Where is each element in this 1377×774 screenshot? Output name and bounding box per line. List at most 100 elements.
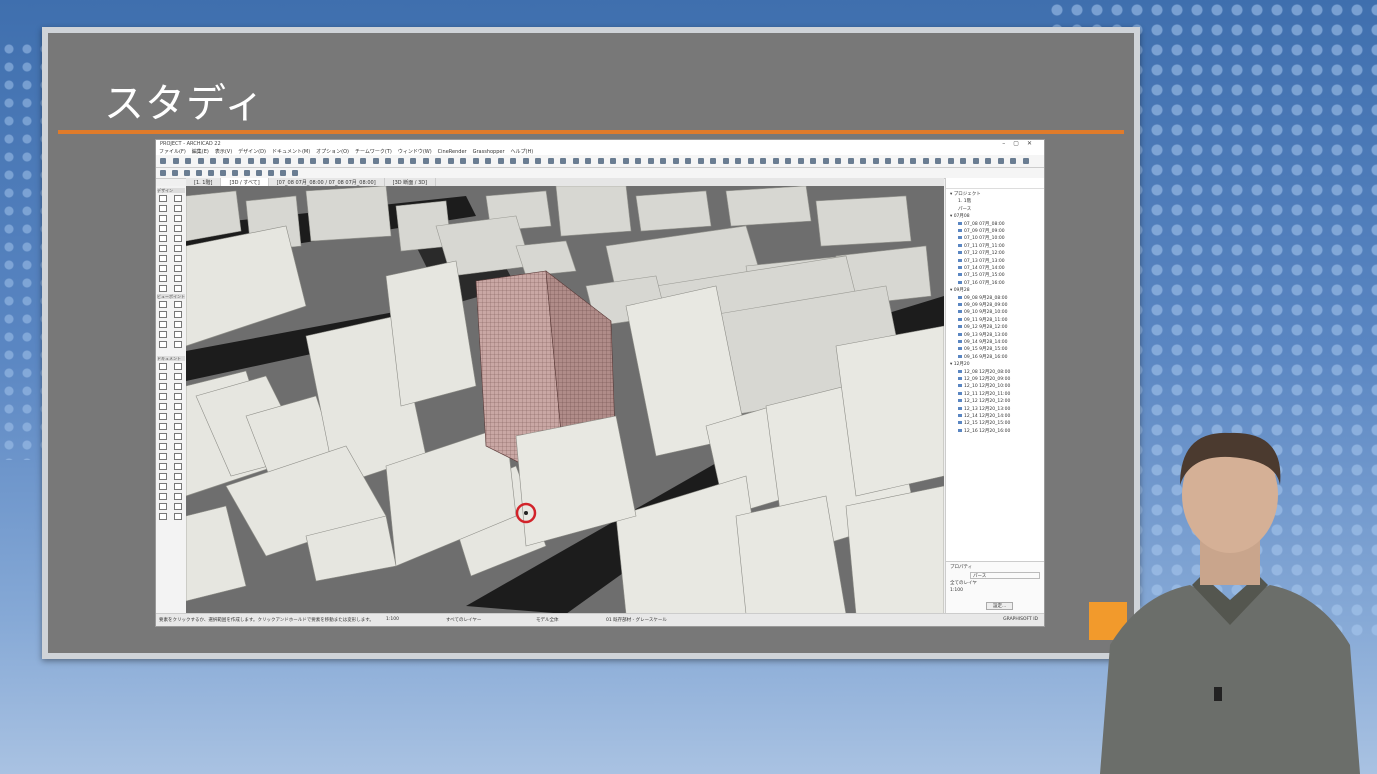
toolbar-tool-icon[interactable] xyxy=(220,170,226,176)
toolbar-tool-icon[interactable] xyxy=(244,170,250,176)
view-item[interactable]: 07_09 07月_09:00 xyxy=(958,228,1005,234)
palette-tool-icon[interactable] xyxy=(159,311,167,318)
view-item[interactable]: 07_12 07月_12:00 xyxy=(958,250,1005,256)
view-tab[interactable]: [07_08 07月_08:00 / 07_08 07月_08:00] xyxy=(269,178,385,186)
toolbar-tool-icon[interactable] xyxy=(585,158,591,164)
palette-tool-icon[interactable] xyxy=(174,393,182,400)
toolbar-tool-icon[interactable] xyxy=(497,158,504,164)
toolbar-tool-icon[interactable] xyxy=(292,170,298,176)
toolbar-tool-icon[interactable] xyxy=(910,158,916,164)
toolbar-tool-icon[interactable] xyxy=(722,158,729,164)
toolbar-tool-icon[interactable] xyxy=(822,158,829,164)
view-folder[interactable]: ▾ 09月28 xyxy=(950,287,970,293)
view-item[interactable]: 12_09 12月20_09:00 xyxy=(958,376,1010,382)
palette-tool-icon[interactable] xyxy=(174,363,182,370)
palette-section-header[interactable]: デザイン xyxy=(157,188,185,193)
view-item[interactable]: 12_12 12月20_12:00 xyxy=(958,398,1010,404)
window-controls[interactable]: –▢✕ xyxy=(1002,140,1040,147)
view-item[interactable]: 09_11 9月28_11:00 xyxy=(958,317,1007,323)
view-item[interactable]: 12_11 12月20_11:00 xyxy=(958,391,1010,397)
toolbar-tool-icon[interactable] xyxy=(268,170,274,176)
toolbar-tool-icon[interactable] xyxy=(847,158,854,164)
toolbar-tool-icon[interactable] xyxy=(222,158,229,164)
status-account[interactable]: GRAPHISOFT ID xyxy=(1003,617,1038,622)
view-folder[interactable]: パース xyxy=(958,206,971,212)
toolbar-tool-icon[interactable] xyxy=(247,158,254,164)
status-layer[interactable]: すべてのレイヤー xyxy=(446,617,481,623)
palette-tool-icon[interactable] xyxy=(174,265,182,272)
toolbar-tool-icon[interactable] xyxy=(535,158,541,164)
palette-tool-icon[interactable] xyxy=(159,235,167,242)
view-folder[interactable]: ▾ 12月20 xyxy=(950,361,970,367)
toolbar-tool-icon[interactable] xyxy=(510,158,516,164)
toolbar-tool-icon[interactable] xyxy=(935,158,941,164)
toolbar-tool-icon[interactable] xyxy=(160,170,166,176)
palette-tool-icon[interactable] xyxy=(174,275,182,282)
toolbar-tool-icon[interactable] xyxy=(547,158,554,164)
view-item[interactable]: 12_15 12月20_15:00 xyxy=(958,420,1010,426)
view-item[interactable]: 07_10 07月_10:00 xyxy=(958,235,1005,241)
toolbar-tool-icon[interactable] xyxy=(647,158,654,164)
toolbar-tool-icon[interactable] xyxy=(735,158,741,164)
toolbar-tool-icon[interactable] xyxy=(280,170,286,176)
palette-tool-icon[interactable] xyxy=(174,413,182,420)
toolbar-tool-icon[interactable] xyxy=(785,158,791,164)
palette-tool-icon[interactable] xyxy=(159,383,167,390)
palette-tool-icon[interactable] xyxy=(174,311,182,318)
toolbar-tool-icon[interactable] xyxy=(260,158,266,164)
toolbar-tool-icon[interactable] xyxy=(972,158,979,164)
toolbar-tool-icon[interactable] xyxy=(297,158,304,164)
view-item[interactable]: 09_10 9月28_10:00 xyxy=(958,309,1007,315)
toolbar-tool-icon[interactable] xyxy=(660,158,666,164)
view-item[interactable]: 07_08 07月_08:00 xyxy=(958,221,1005,227)
view-item[interactable]: 12_16 12月20_16:00 xyxy=(958,428,1010,434)
palette-tool-icon[interactable] xyxy=(174,433,182,440)
palette-tool-icon[interactable] xyxy=(159,483,167,490)
palette-tool-icon[interactable] xyxy=(159,513,167,520)
palette-tool-icon[interactable] xyxy=(174,245,182,252)
view-tab[interactable]: [3D 断面 / 3D] xyxy=(385,178,437,186)
palette-tool-icon[interactable] xyxy=(159,205,167,212)
palette-tool-icon[interactable] xyxy=(159,423,167,430)
toolbar-tool-icon[interactable] xyxy=(285,158,291,164)
toolbar-tool-icon[interactable] xyxy=(196,170,202,176)
view-item[interactable]: 09_08 9月28_08:00 xyxy=(958,295,1007,301)
view-item[interactable]: 12_13 12月20_13:00 xyxy=(958,406,1010,412)
palette-section-header[interactable]: ビューポイント xyxy=(157,294,185,299)
toolbar-tool-icon[interactable] xyxy=(985,158,991,164)
toolbar-tool-icon[interactable] xyxy=(622,158,629,164)
view-item[interactable]: 07_14 07月_14:00 xyxy=(958,265,1005,271)
toolbar-tool-icon[interactable] xyxy=(372,158,379,164)
toolbar-tool-icon[interactable] xyxy=(697,158,704,164)
toolbar-tool-icon[interactable] xyxy=(835,158,841,164)
palette-tool-icon[interactable] xyxy=(159,215,167,222)
toolbar-tool-icon[interactable] xyxy=(897,158,904,164)
toolbar-tool-icon[interactable] xyxy=(1010,158,1016,164)
palette-tool-icon[interactable] xyxy=(174,513,182,520)
view-item[interactable]: 07_15 07月_15:00 xyxy=(958,272,1005,278)
3d-viewport[interactable] xyxy=(186,186,944,614)
palette-tool-icon[interactable] xyxy=(159,255,167,262)
toolbar-tool-icon[interactable] xyxy=(160,158,166,164)
toolbar-tool-icon[interactable] xyxy=(256,170,262,176)
toolbar-tool-icon[interactable] xyxy=(997,158,1004,164)
palette-tool-icon[interactable] xyxy=(174,321,182,328)
toolbar-tool-icon[interactable] xyxy=(872,158,879,164)
palette-tool-icon[interactable] xyxy=(159,275,167,282)
palette-tool-icon[interactable] xyxy=(159,321,167,328)
palette-tool-icon[interactable] xyxy=(159,493,167,500)
palette-tool-icon[interactable] xyxy=(174,235,182,242)
palette-tool-icon[interactable] xyxy=(159,463,167,470)
palette-tool-icon[interactable] xyxy=(159,403,167,410)
toolbar-tool-icon[interactable] xyxy=(210,158,216,164)
toolbar-tool-icon[interactable] xyxy=(232,170,238,176)
palette-tool-icon[interactable] xyxy=(159,373,167,380)
toolbar-tool-icon[interactable] xyxy=(522,158,529,164)
toolbar-tool-icon[interactable] xyxy=(322,158,329,164)
toolbar-tool-icon[interactable] xyxy=(335,158,341,164)
toolbar-tool-icon[interactable] xyxy=(1022,158,1029,164)
palette-tool-icon[interactable] xyxy=(159,301,167,308)
toolbar-tool-icon[interactable] xyxy=(685,158,691,164)
palette-tool-icon[interactable] xyxy=(174,403,182,410)
toolbar-tool-icon[interactable] xyxy=(797,158,804,164)
